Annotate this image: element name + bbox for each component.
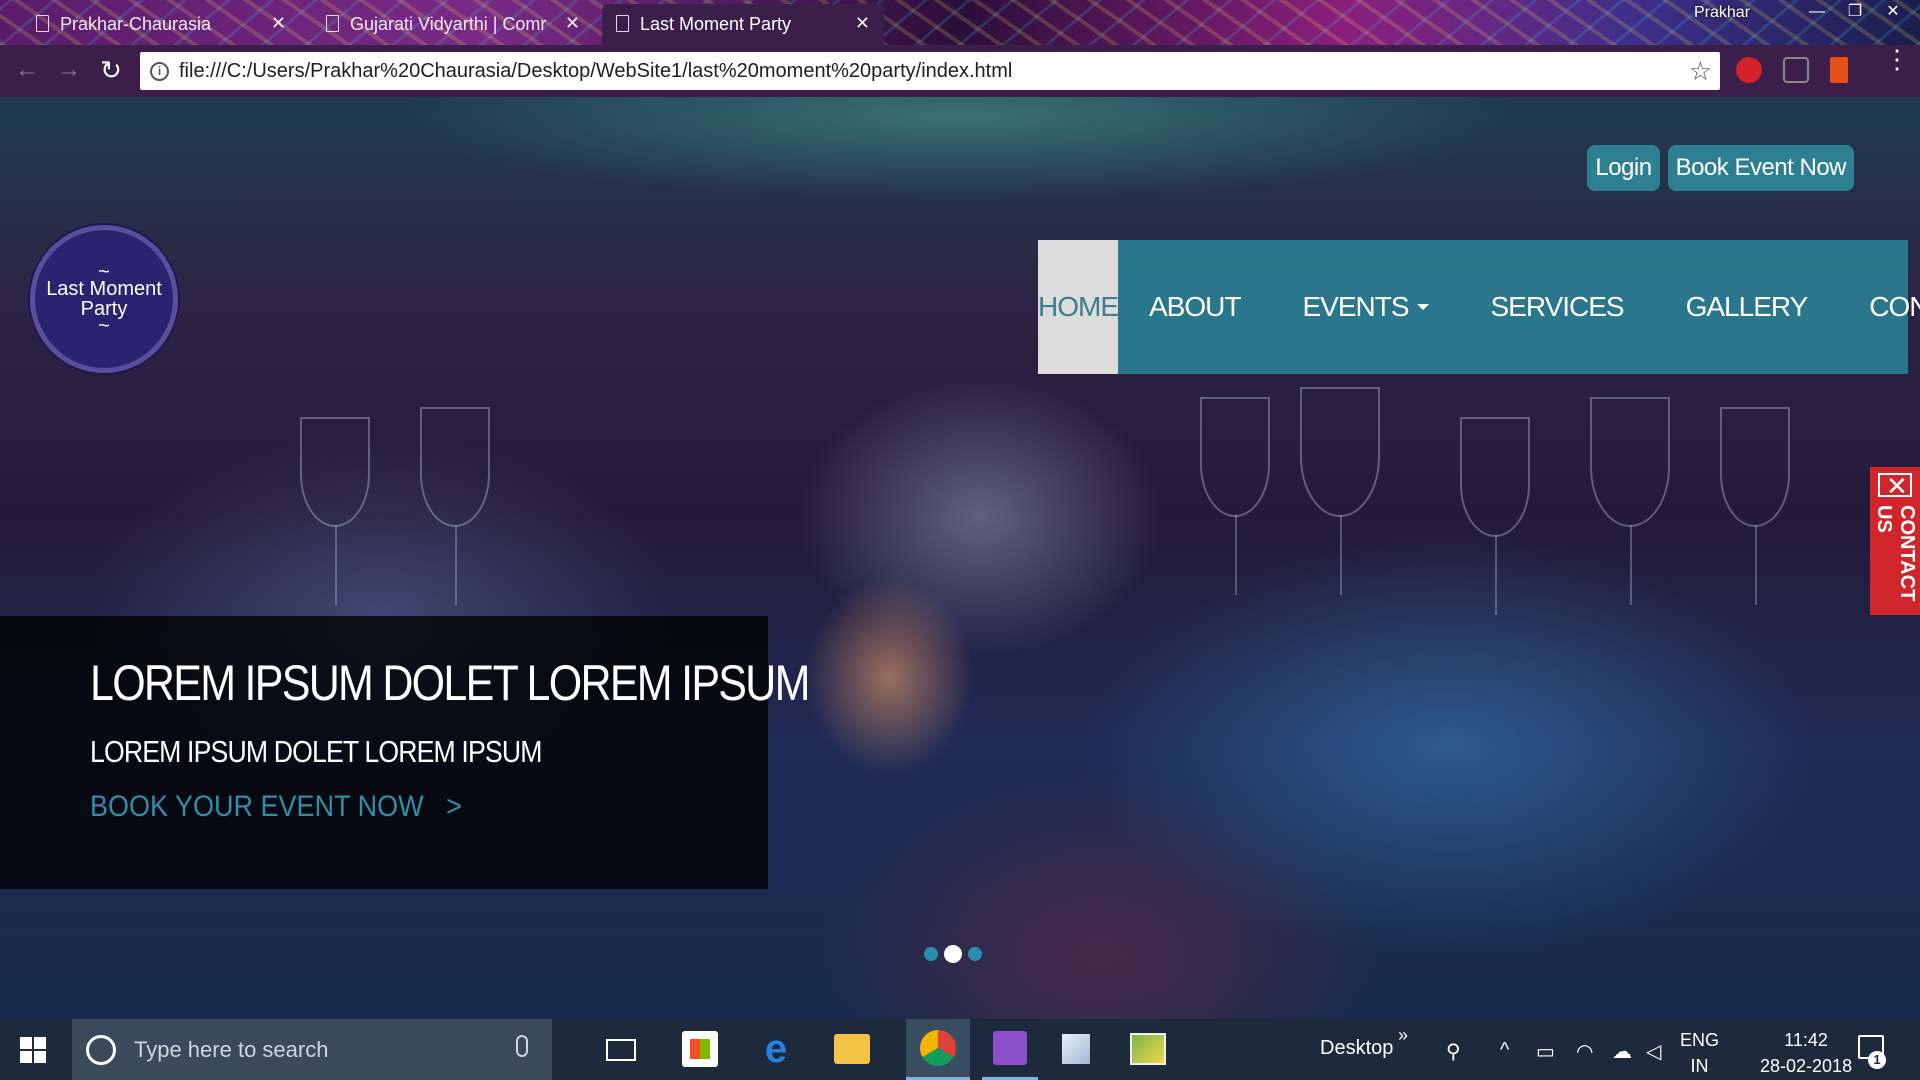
info-icon[interactable]: i — [150, 61, 169, 81]
background-glass — [1200, 397, 1270, 595]
clock-time: 11:42 — [1784, 1030, 1828, 1050]
microphone-icon[interactable] — [516, 1035, 528, 1057]
background-glass — [420, 407, 490, 605]
main-navigation: HOME ABOUT EVENTS SERVICES GALLERY CONTA… — [1038, 240, 1920, 374]
page-viewport: Login Book Event Now ~ Last Moment Party… — [0, 97, 1920, 1019]
cortana-icon — [86, 1034, 116, 1065]
office-icon[interactable] — [1830, 57, 1848, 83]
page-icon — [36, 15, 49, 32]
close-icon[interactable]: ✕ — [271, 13, 286, 34]
cast-icon[interactable] — [1783, 57, 1809, 83]
people-icon[interactable]: ⚲ — [1446, 1039, 1461, 1064]
show-hidden-icons-icon[interactable]: ^ — [1500, 1039, 1509, 1062]
browser-toolbar: ← → ↻ i file:///C:/Users/Prakhar%20Chaur… — [0, 45, 1920, 97]
slide-subtitle: LOREM IPSUM DOLET LOREM IPSUM — [90, 734, 542, 769]
extension-icon[interactable] — [1736, 57, 1762, 83]
background-glass — [1590, 397, 1670, 605]
onedrive-icon[interactable]: ☁ — [1612, 1039, 1632, 1064]
notification-badge: 1 — [1868, 1051, 1886, 1069]
app-map-icon[interactable] — [1130, 1031, 1166, 1067]
browser-tab-active[interactable]: Last Moment Party ✕ — [602, 4, 884, 45]
nav-about[interactable]: ABOUT — [1118, 240, 1271, 374]
chevron-icon[interactable]: » — [1398, 1025, 1408, 1046]
carousel-indicators — [924, 945, 982, 963]
mail-icon — [1878, 471, 1912, 502]
background-glass — [1300, 387, 1380, 595]
nav-gallery[interactable]: GALLERY — [1655, 240, 1839, 374]
app-cube-icon[interactable] — [1058, 1031, 1094, 1067]
wifi-icon[interactable]: ◠ — [1576, 1039, 1593, 1064]
swirl-ornament: ~ — [98, 315, 110, 337]
windows-taskbar: Type here to search e Desktop » ⚲ ^ ▭ ◠ … — [0, 1019, 1920, 1080]
address-bar[interactable]: i file:///C:/Users/Prakhar%20Chaurasia/D… — [140, 52, 1720, 90]
battery-icon[interactable]: ▭ — [1536, 1039, 1555, 1064]
profile-name[interactable]: Prakhar — [1694, 4, 1750, 22]
file-explorer-icon[interactable] — [834, 1034, 870, 1064]
windows-start-icon[interactable] — [20, 1037, 46, 1063]
task-view-icon[interactable] — [606, 1039, 636, 1061]
carousel-dot[interactable] — [924, 947, 938, 961]
close-window-icon[interactable]: ✕ — [1874, 0, 1912, 26]
carousel-dot[interactable] — [968, 947, 982, 961]
edge-icon[interactable]: e — [758, 1027, 794, 1071]
forward-icon[interactable]: → — [56, 58, 82, 84]
back-icon[interactable]: ← — [14, 58, 40, 84]
tab-label: Gujarati Vidyarthi | Comr — [350, 14, 547, 34]
background-glass — [1460, 417, 1530, 615]
menu-icon[interactable]: ⋮ — [1884, 46, 1910, 72]
star-icon[interactable]: ☆ — [1689, 56, 1712, 87]
page-icon — [616, 15, 629, 32]
slide-caption: LOREM IPSUM DOLET LOREM IPSUM LOREM IPSU… — [0, 616, 810, 889]
restore-icon[interactable]: ❐ — [1836, 0, 1874, 26]
region-code: IN — [1690, 1056, 1709, 1076]
reload-icon[interactable]: ↻ — [98, 57, 124, 84]
chevron-right-icon: > — [446, 790, 462, 823]
url-text[interactable]: file:///C:/Users/Prakhar%20Chaurasia/Des… — [179, 60, 1012, 83]
clock-date: 28-02-2018 — [1760, 1056, 1853, 1076]
chrome-icon[interactable] — [906, 1019, 970, 1080]
tab-label: Prakhar-Chaurasia — [60, 14, 212, 34]
tab-label: Last Moment Party — [640, 14, 792, 34]
caret-down-icon — [1416, 304, 1429, 310]
nav-contact[interactable]: CONTACT — [1838, 240, 1920, 374]
nav-events[interactable]: EVENTS — [1271, 240, 1459, 374]
language-code: ENG — [1680, 1030, 1720, 1050]
browser-tab[interactable]: Prakhar-Chaurasia ✕ — [22, 4, 300, 45]
background-glass — [1720, 407, 1790, 605]
login-button[interactable]: Login — [1587, 145, 1660, 191]
language-indicator[interactable]: ENG IN — [1680, 1027, 1719, 1079]
minimize-icon[interactable]: — — [1798, 0, 1836, 26]
slide-title: LOREM IPSUM DOLET LOREM IPSUM — [90, 655, 810, 711]
nav-events-label: EVENTS — [1302, 291, 1409, 322]
book-event-link-label: BOOK YOUR EVENT NOW — [90, 790, 424, 823]
contact-us-tab[interactable]: CONTACT US — [1870, 467, 1920, 615]
system-clock[interactable]: 11:42 28-02-2018 — [1760, 1027, 1852, 1079]
book-event-button[interactable]: Book Event Now — [1667, 145, 1854, 191]
visual-studio-icon[interactable] — [982, 1019, 1038, 1080]
carousel-dot-active[interactable] — [944, 945, 962, 963]
store-icon[interactable] — [682, 1031, 718, 1067]
site-logo[interactable]: ~ Last Moment Party ~ — [30, 225, 178, 373]
close-icon[interactable]: ✕ — [855, 13, 870, 34]
book-event-link[interactable]: BOOK YOUR EVENT NOW > — [90, 790, 700, 824]
swirl-ornament: ~ — [98, 261, 110, 283]
background-glass — [300, 417, 370, 605]
search-placeholder[interactable]: Type here to search — [134, 1037, 328, 1063]
desktop-toolbar-label[interactable]: Desktop — [1320, 1037, 1393, 1060]
browser-tab[interactable]: Gujarati Vidyarthi | Comr ✕ — [312, 4, 594, 45]
browser-titlebar: Prakhar-Chaurasia ✕ Gujarati Vidyarthi |… — [0, 0, 1920, 45]
contact-us-label: CONTACT US — [1873, 505, 1918, 602]
taskbar-search[interactable]: Type here to search — [72, 1019, 552, 1080]
page-icon — [326, 15, 339, 32]
nav-home[interactable]: HOME — [1038, 240, 1119, 374]
nav-services[interactable]: SERVICES — [1460, 240, 1655, 374]
logo-text: Last Moment Party — [46, 278, 162, 320]
volume-icon[interactable]: ◁ — [1646, 1039, 1661, 1064]
close-icon[interactable]: ✕ — [565, 13, 580, 34]
